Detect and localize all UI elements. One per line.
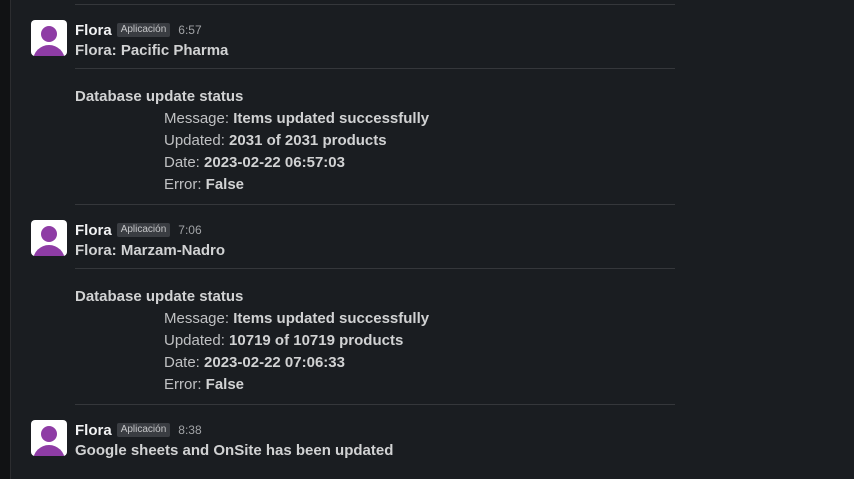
divider (75, 404, 675, 405)
message-text: Google sheets and OnSite has been update… (75, 442, 394, 459)
message-feed: Flora Aplicación 6:57 Flora: Pacific Pha… (0, 0, 854, 479)
attachment-title: Database update status (75, 288, 244, 305)
attachment-field-date: Date: 2023-02-22 06:57:03 (164, 154, 345, 171)
left-rail (0, 0, 11, 479)
timestamp[interactable]: 7:06 (178, 223, 201, 237)
divider (75, 4, 675, 5)
timestamp[interactable]: 6:57 (178, 23, 201, 37)
divider (75, 268, 675, 269)
message-text: Flora: Marzam-Nadro (75, 242, 226, 259)
attachment-field-message: Message: Items updated successfully (164, 310, 430, 327)
sender-name[interactable]: Flora (75, 422, 112, 439)
attachment-field-error: Error: False (164, 176, 245, 193)
divider (75, 204, 675, 205)
attachment-title: Database update status (75, 88, 244, 105)
user-avatar-icon[interactable] (31, 20, 67, 56)
app-badge: Aplicación (116, 223, 171, 237)
app-badge: Aplicación (116, 23, 171, 37)
sender-name[interactable]: Flora (75, 222, 112, 239)
attachment-field-message: Message: Items updated successfully (164, 110, 430, 127)
attachment-field-date: Date: 2023-02-22 07:06:33 (164, 354, 345, 371)
divider (75, 68, 675, 69)
attachment-field-updated: Updated: 2031 of 2031 products (164, 132, 387, 149)
user-avatar-icon[interactable] (31, 420, 67, 456)
user-avatar-icon[interactable] (31, 220, 67, 256)
message-text: Flora: Pacific Pharma (75, 42, 229, 59)
sender-name[interactable]: Flora (75, 22, 112, 39)
timestamp[interactable]: 8:38 (178, 423, 201, 437)
attachment-field-updated: Updated: 10719 of 10719 products (164, 332, 404, 349)
attachment-field-error: Error: False (164, 376, 245, 393)
app-badge: Aplicación (116, 423, 171, 437)
